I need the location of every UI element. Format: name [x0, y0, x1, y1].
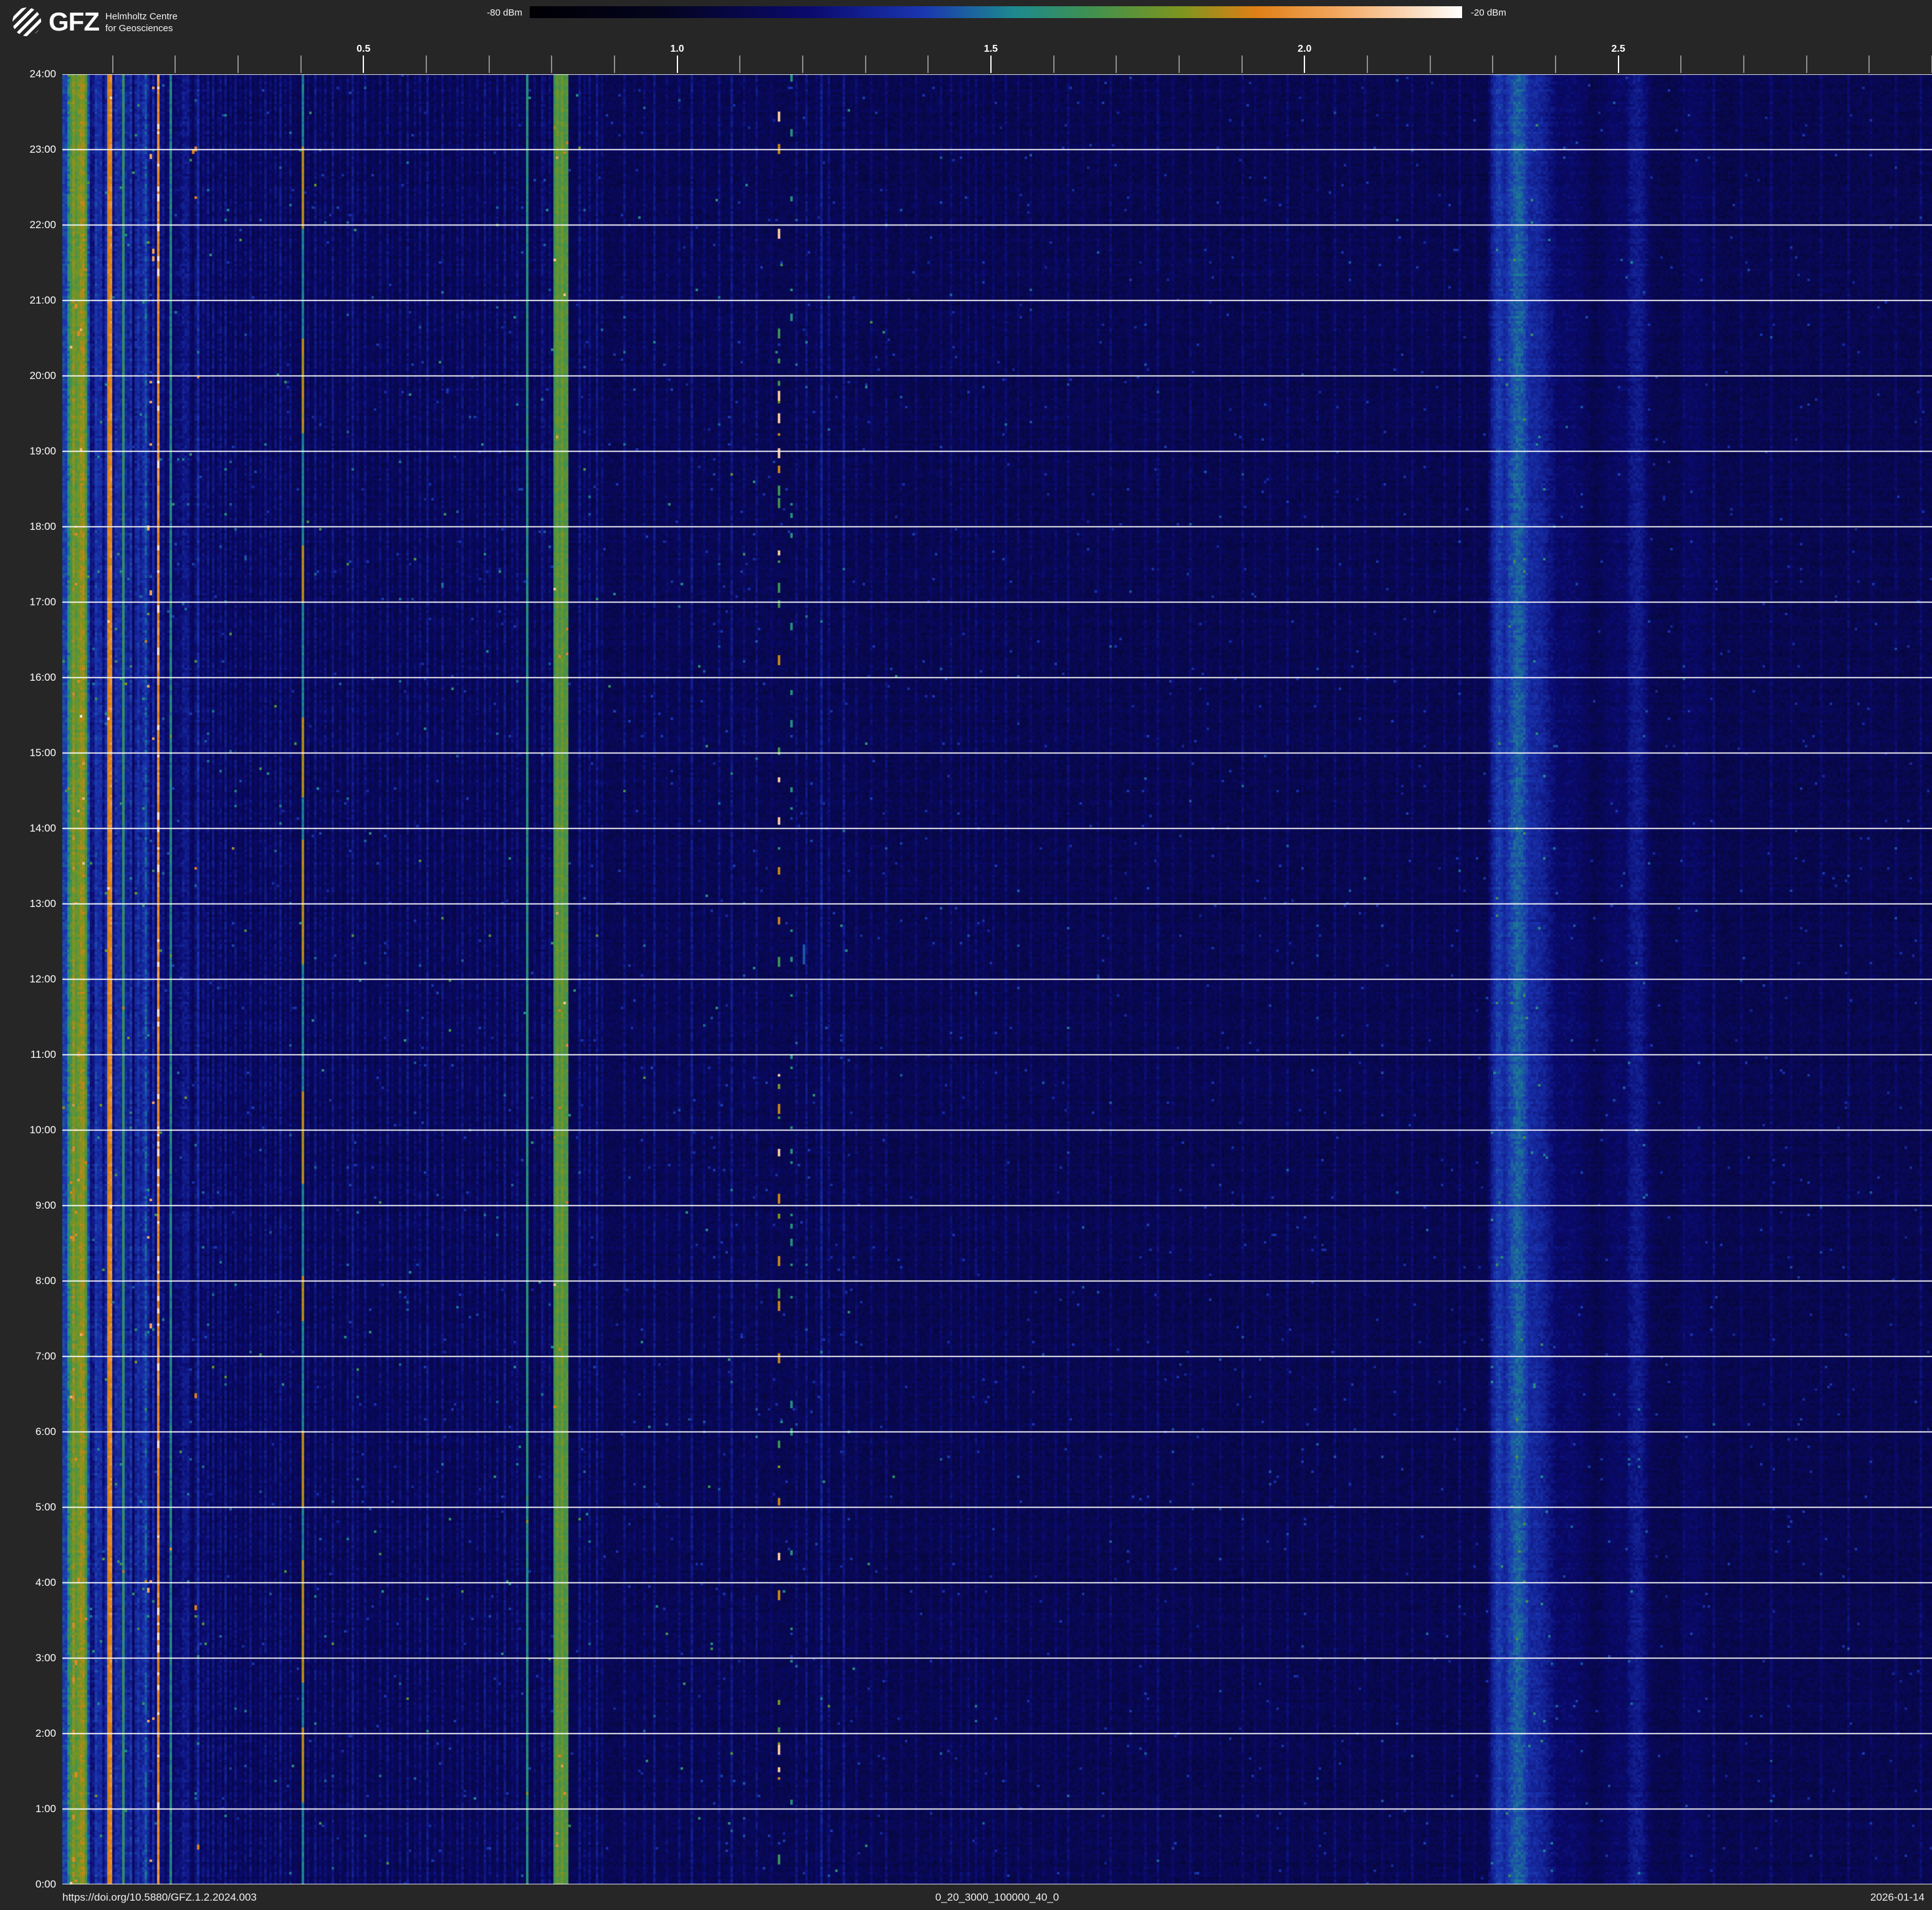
gfz-logo-acronym: GFZ: [49, 7, 99, 36]
gfz-logo-name-line1: Helmholtz Centre: [105, 11, 178, 22]
date-label: 2026-01-14: [1870, 1889, 1925, 1906]
spectrogram-page: GFZ Helmholtz Centre for Geosciences -80…: [0, 0, 1932, 1910]
spectrogram-canvas: [62, 74, 1932, 1884]
freq-tick: [237, 55, 239, 73]
gfz-logo: GFZ Helmholtz Centre for Geosciences: [12, 7, 178, 36]
time-axis-label: 18:00: [0, 521, 56, 533]
freq-tick: [1304, 55, 1305, 73]
time-axis-label: 2:00: [0, 1727, 56, 1740]
time-axis-label: 11:00: [0, 1049, 56, 1061]
gfz-globe-icon: [12, 7, 41, 36]
time-axis-label: 6:00: [0, 1426, 56, 1438]
freq-tick: [927, 55, 929, 73]
time-axis-label: 14:00: [0, 822, 56, 835]
freq-tick: [1555, 55, 1556, 73]
time-axis-label: 19:00: [0, 445, 56, 458]
freq-axis-label: 1.0: [670, 44, 684, 55]
freq-tick: [551, 55, 552, 73]
gfz-logo-name: Helmholtz Centre for Geosciences: [105, 11, 178, 34]
colorbar-max-label: -20 dBm: [1471, 7, 1506, 18]
freq-tick: [1116, 55, 1117, 73]
freq-tick: [426, 55, 427, 73]
time-axis-label: 4:00: [0, 1576, 56, 1589]
freq-tick: [1367, 55, 1368, 73]
time-axis-label: 24:00: [0, 68, 56, 80]
freq-tick: [802, 55, 803, 73]
freq-tick: [739, 55, 740, 73]
station-id-label: 0_20_3000_100000_40_0: [62, 1889, 1932, 1906]
time-axis-label: 23:00: [0, 143, 56, 156]
time-axis-label: 9:00: [0, 1199, 56, 1212]
freq-tick: [865, 55, 866, 73]
time-axis-label: 17:00: [0, 596, 56, 608]
freq-tick: [1053, 55, 1054, 73]
freq-tick: [1492, 55, 1493, 73]
time-axis-label: 1:00: [0, 1803, 56, 1815]
freq-tick: [489, 55, 490, 73]
freq-tick: [1430, 55, 1431, 73]
time-axis-label: 21:00: [0, 294, 56, 307]
freq-tick: [614, 55, 615, 73]
colorbar-min-label: -80 dBm: [487, 7, 522, 18]
freq-axis-label: 2.5: [1612, 44, 1625, 55]
time-axis-label: 3:00: [0, 1652, 56, 1664]
freq-tick: [1743, 55, 1744, 73]
time-axis-label: 10:00: [0, 1124, 56, 1136]
time-axis-label: 7:00: [0, 1350, 56, 1363]
freq-tick: [677, 55, 678, 73]
time-axis-label: 22:00: [0, 219, 56, 231]
colorbar-gradient: [530, 6, 1462, 18]
time-axis-label: 5:00: [0, 1501, 56, 1514]
time-axis-label: 15:00: [0, 747, 56, 759]
gfz-logo-name-line2: for Geosciences: [105, 22, 178, 34]
freq-tick: [112, 55, 113, 73]
freq-tick: [1241, 55, 1243, 73]
freq-tick: [1868, 55, 1870, 73]
freq-tick: [1806, 55, 1807, 73]
freq-tick: [1179, 55, 1180, 73]
freq-axis-label: 2.0: [1298, 44, 1311, 55]
time-axis-label: 12:00: [0, 973, 56, 986]
time-axis-label: 13:00: [0, 898, 56, 910]
time-axis-label: 16:00: [0, 671, 56, 684]
freq-tick: [363, 55, 364, 73]
time-axis-label: 0:00: [0, 1878, 56, 1891]
time-axis-label: 8:00: [0, 1275, 56, 1287]
freq-axis-label: 0.5: [356, 44, 370, 55]
time-axis-label: 20:00: [0, 370, 56, 382]
freq-tick: [1680, 55, 1681, 73]
freq-tick: [300, 55, 302, 73]
freq-tick: [990, 55, 992, 73]
freq-tick: [1618, 55, 1619, 73]
freq-axis-label: 1.5: [984, 44, 998, 55]
freq-tick: [175, 55, 176, 73]
